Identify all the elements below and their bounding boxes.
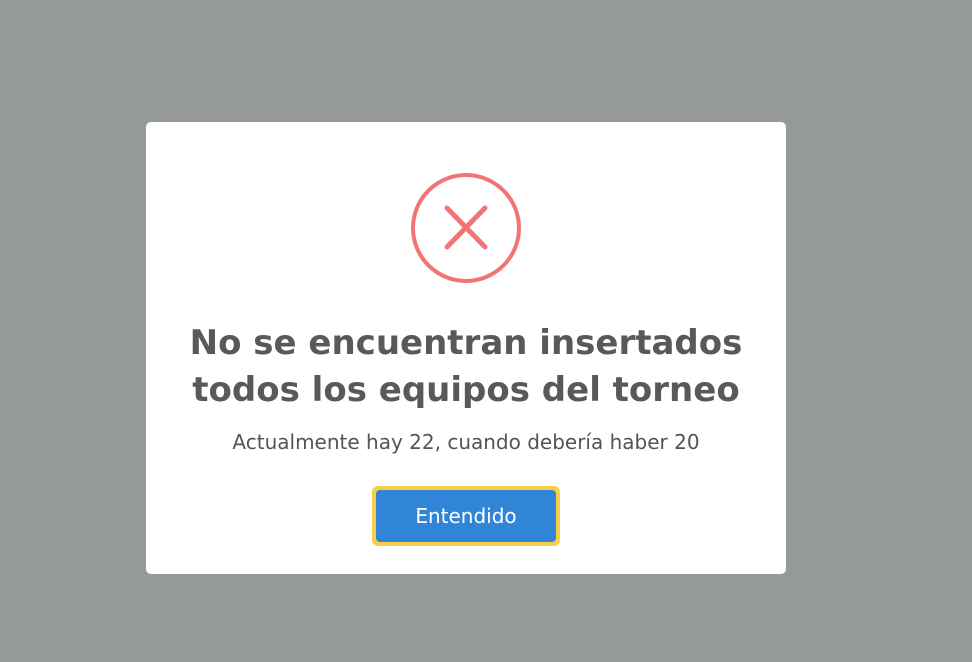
- dialog-title: No se encuentran insertados todos los eq…: [189, 323, 743, 410]
- dialog-message: Actualmente hay 22, cuando debería haber…: [232, 430, 700, 454]
- confirm-button-focus-ring: Entendido: [372, 486, 560, 546]
- confirm-button[interactable]: Entendido: [376, 490, 556, 542]
- alert-dialog: No se encuentran insertados todos los eq…: [146, 122, 786, 574]
- error-x-icon: [410, 172, 522, 284]
